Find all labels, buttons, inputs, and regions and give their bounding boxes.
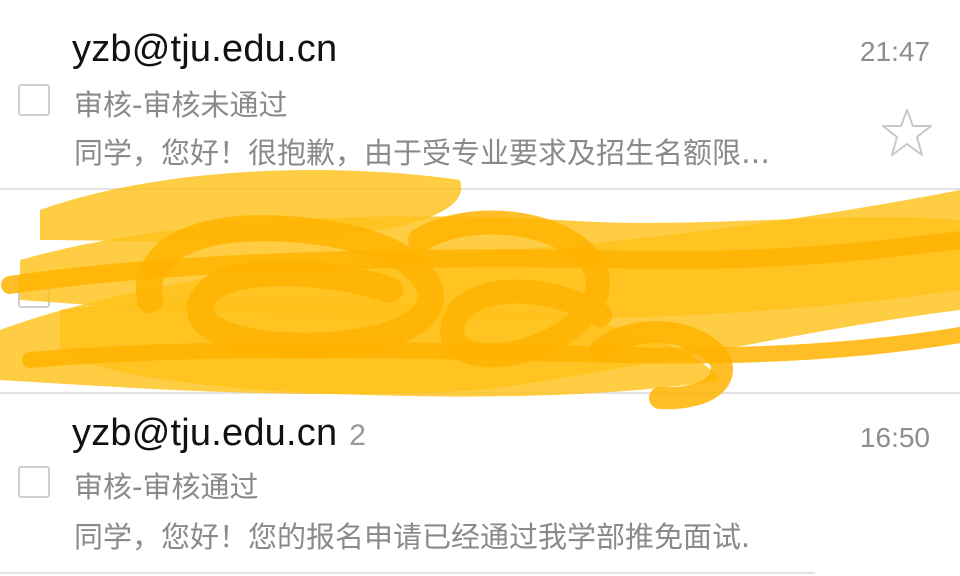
sender-address: yzb@tju.edu.cn 2 <box>72 412 366 455</box>
select-checkbox[interactable] <box>18 84 50 116</box>
mail-item-2[interactable]: yzb@tju.edu.cn 2 16:50 审核-审核通过 同学，您好！您的报名… <box>0 394 960 576</box>
received-time: 16:50 <box>859 422 930 453</box>
thread-count: 2 <box>349 419 367 452</box>
mail-preview: 同学，您好！您的报名申请已经通过我学部推免面试. <box>74 520 751 554</box>
received-time: 21:47 <box>859 36 930 67</box>
list-divider <box>0 572 815 574</box>
sender-address-text: yzb@tju.edu.cn <box>72 412 338 454</box>
mail-list-screen: yzb@tju.edu.cn 21:47 审核-审核未通过 同学，您好！很抱歉，… <box>0 0 960 576</box>
mail-subject: 审核-审核未通过 <box>74 88 288 122</box>
redaction-scribble <box>0 170 960 410</box>
mail-subject: 审核-审核通过 <box>74 470 259 504</box>
select-checkbox[interactable] <box>18 466 50 498</box>
sender-address: yzb@tju.edu.cn <box>72 28 338 70</box>
